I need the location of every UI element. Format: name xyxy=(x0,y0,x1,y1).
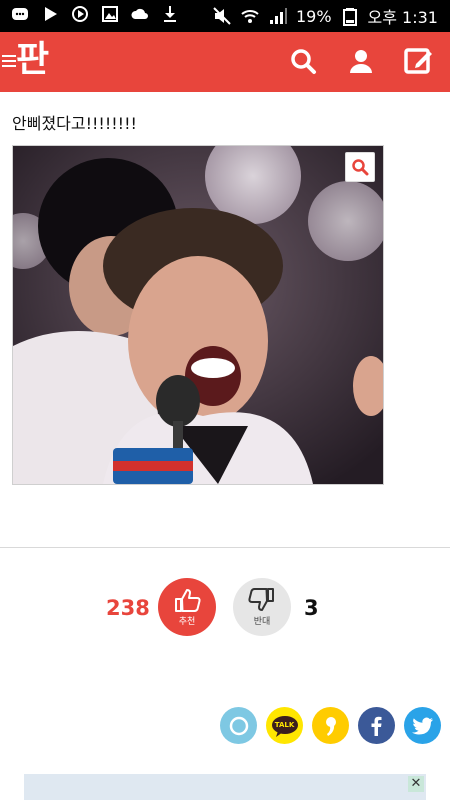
write-button[interactable] xyxy=(402,44,436,78)
share-bar: TALK xyxy=(220,707,441,744)
downvote-count: 3 xyxy=(304,596,319,620)
signal-icon xyxy=(269,8,287,24)
search-icon xyxy=(291,49,316,74)
clock: 오후 1:31 xyxy=(367,8,438,27)
user-icon xyxy=(350,50,372,73)
thumbs-up-icon xyxy=(175,589,201,612)
menu-icon[interactable] xyxy=(2,54,16,68)
header-actions xyxy=(286,44,436,78)
post-image[interactable] xyxy=(12,145,384,485)
ad-close-button[interactable]: ✕ xyxy=(408,776,424,792)
kakaostory-share-button[interactable] xyxy=(312,707,349,744)
downvote-label: 반대 xyxy=(253,617,271,627)
gallery-icon xyxy=(102,6,118,22)
kakaotalk-label: TALK xyxy=(274,720,295,729)
chat-icon xyxy=(12,8,28,20)
facebook-share-button[interactable] xyxy=(358,707,395,744)
upvote-count: 238 xyxy=(106,596,150,620)
app-header: 판 xyxy=(0,32,450,92)
system-icons: 19% 오후 1:31 xyxy=(212,4,438,28)
comment-share-button[interactable] xyxy=(220,707,257,744)
notification-icons xyxy=(10,4,180,24)
facebook-icon xyxy=(371,716,381,736)
media-icon xyxy=(72,6,88,22)
battery-percent: 19% xyxy=(295,6,332,26)
magnifier-icon xyxy=(352,159,369,176)
edit-icon xyxy=(404,48,432,74)
search-button[interactable] xyxy=(286,44,320,78)
thumbs-down-icon xyxy=(248,588,274,611)
kakaostory-icon xyxy=(325,716,336,736)
cloud-icon xyxy=(131,8,148,19)
status-bar: 19% 오후 1:31 xyxy=(0,0,450,32)
wifi-icon xyxy=(241,10,259,23)
app-logo[interactable]: 판 xyxy=(16,40,49,80)
play-icon xyxy=(45,7,57,21)
mute-icon xyxy=(213,7,231,25)
kakaotalk-share-button[interactable]: TALK xyxy=(266,707,303,744)
zoom-button[interactable] xyxy=(345,152,375,182)
upvote-button[interactable]: 추천 xyxy=(158,578,216,636)
download-icon xyxy=(164,6,176,22)
profile-button[interactable] xyxy=(344,44,378,78)
divider xyxy=(0,547,450,548)
upvote-label: 추천 xyxy=(178,617,196,627)
comment-icon xyxy=(229,716,248,735)
downvote-button[interactable]: 반대 xyxy=(233,578,291,636)
post-photo xyxy=(13,146,383,484)
twitter-share-button[interactable] xyxy=(404,707,441,744)
battery-icon xyxy=(342,8,357,26)
post-title: 안삐졌다고!!!!!!!! xyxy=(12,114,137,133)
ad-banner[interactable]: ✕ xyxy=(24,774,426,800)
twitter-icon xyxy=(411,717,433,734)
